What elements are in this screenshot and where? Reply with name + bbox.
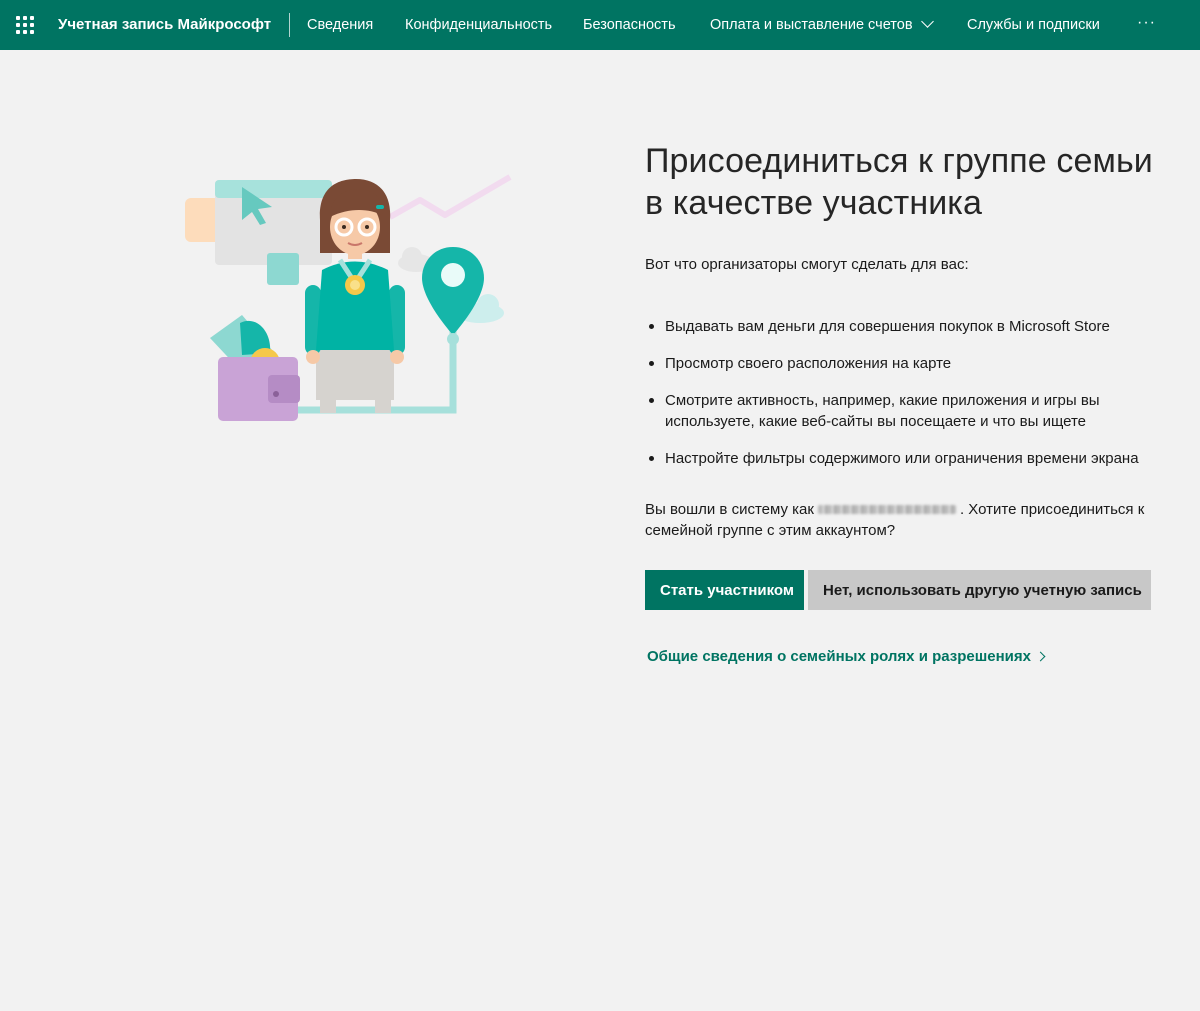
permissions-list: Выдавать вам деньги для совершения покуп… <box>645 316 1175 469</box>
top-nav-bar: Учетная запись Майкрософт Сведения Конфи… <box>0 0 1200 50</box>
action-buttons: Стать участником Нет, использовать другу… <box>645 570 1175 610</box>
nav-item-info[interactable]: Сведения <box>307 0 373 50</box>
nav-divider <box>289 13 290 37</box>
signed-in-text: Вы вошли в систему как. Хотите присоедин… <box>645 499 1175 541</box>
family-roles-link-label: Общие сведения о семейных ролях и разреш… <box>647 648 1031 665</box>
app-launcher-icon[interactable] <box>16 16 34 34</box>
family-illustration-graphic <box>185 174 512 421</box>
list-item: Выдавать вам деньги для совершения покуп… <box>645 316 1175 337</box>
nav-item-privacy[interactable]: Конфиденциальность <box>405 0 552 50</box>
join-family-panel: Присоединиться к группе семьи в качестве… <box>645 140 1175 666</box>
blurred-email <box>817 504 956 514</box>
list-item: Смотрите активность, например, какие при… <box>645 390 1175 432</box>
chevron-down-icon <box>920 15 934 28</box>
brand-title[interactable]: Учетная запись Майкрософт <box>58 0 271 50</box>
page-title: Присоединиться к группе семьи в качестве… <box>645 142 1153 222</box>
more-menu-icon[interactable]: ··· <box>1137 0 1156 50</box>
family-roles-link[interactable]: Общие сведения о семейных ролях и разреш… <box>645 648 1046 665</box>
nav-item-security[interactable]: Безопасность <box>583 0 676 50</box>
intro-text: Вот что организаторы смогут сделать для … <box>645 256 969 273</box>
nav-item-payment-label: Оплата и выставление счетов <box>710 17 913 33</box>
list-item: Настройте фильтры содержимого или ограни… <box>645 448 1175 469</box>
join-button[interactable]: Стать участником <box>645 570 804 610</box>
nav-item-payment[interactable]: Оплата и выставление счетов <box>710 0 934 50</box>
signed-in-prefix: Вы вошли в систему как <box>645 501 814 518</box>
nav-item-services[interactable]: Службы и подписки <box>967 0 1100 50</box>
family-illustration <box>180 165 520 430</box>
use-other-account-button[interactable]: Нет, использовать другую учетную запись <box>808 570 1151 610</box>
list-item: Просмотр своего расположения на карте <box>645 353 1175 374</box>
chevron-right-icon <box>1035 651 1046 662</box>
